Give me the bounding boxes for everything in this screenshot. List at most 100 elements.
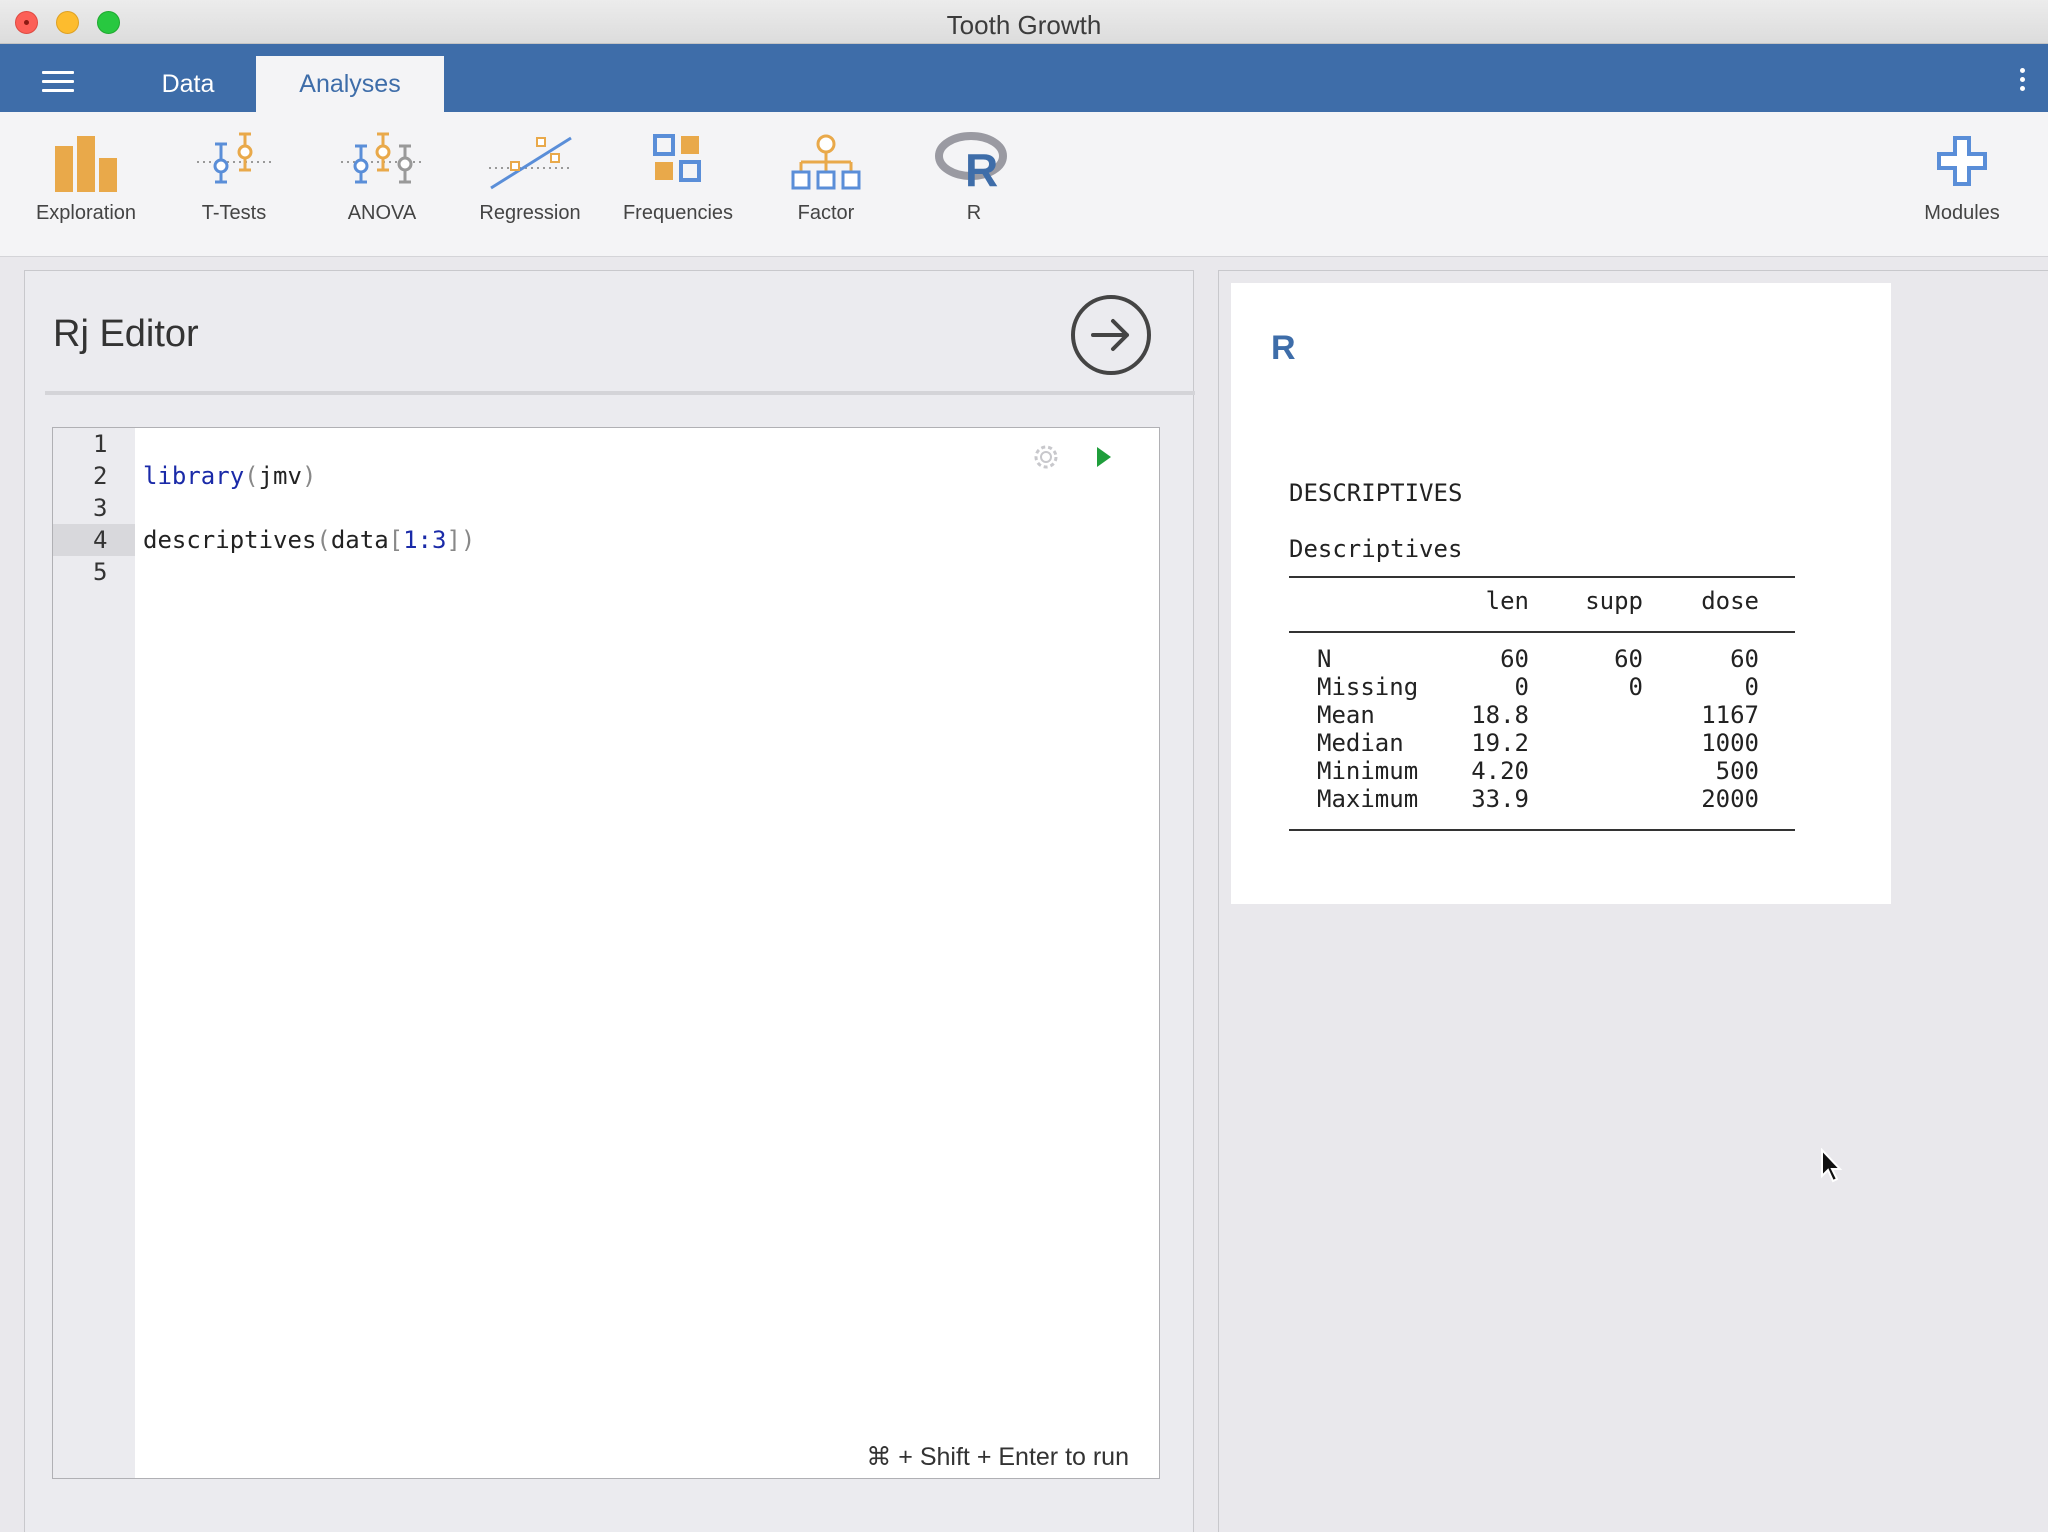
result-subheading: Descriptives	[1289, 535, 1463, 563]
code-function: library	[143, 462, 245, 490]
rj-editor-panel: Rj Editor 1 2 3 4 5 library(jmv) descrip…	[24, 270, 1195, 1532]
row-label: N	[1317, 645, 1332, 673]
window-title: Tooth Growth	[946, 10, 1102, 40]
editor-divider	[45, 391, 1195, 395]
cell-supp: 60	[1614, 645, 1643, 673]
svg-text:R: R	[965, 144, 998, 194]
regression-button[interactable]: Regression	[460, 132, 600, 242]
factor-button[interactable]: Factor	[756, 132, 896, 242]
table-header-cell: len	[1485, 587, 1529, 615]
cell-dose: 1000	[1701, 729, 1759, 757]
frequencies-button[interactable]: Frequencies	[608, 132, 748, 242]
row-label: Minimum	[1317, 757, 1419, 785]
code-argument: data	[330, 526, 389, 554]
cell-supp: 0	[1628, 673, 1643, 701]
title-bar: Tooth Growth	[0, 0, 2048, 44]
factor-icon	[791, 134, 861, 190]
cell-dose: 0	[1744, 673, 1759, 701]
cell-dose: 2000	[1701, 785, 1759, 813]
table-header-cell: supp	[1585, 587, 1643, 615]
main-tab-bar: Data Analyses	[0, 44, 2048, 112]
result-title: R	[1271, 329, 1296, 367]
bar-chart-icon	[55, 136, 117, 192]
code-paren: )	[460, 526, 476, 554]
r-label: R	[966, 202, 982, 224]
play-icon[interactable]	[1093, 444, 1115, 470]
table-row: N 60 60 60	[1289, 645, 1795, 673]
cell-dose: 500	[1715, 757, 1759, 785]
code-range: 1:3	[403, 526, 447, 554]
table-row: Mean 18.8 1167	[1289, 701, 1795, 729]
run-shortcut-hint: ⌘ + Shift + Enter to run	[866, 1443, 1129, 1471]
table-header-cell	[1289, 587, 1425, 615]
cell-dose: 60	[1730, 645, 1759, 673]
line-number-active: 4	[53, 524, 135, 556]
table-header-cell: dose	[1701, 587, 1759, 615]
code-bracket: ]	[446, 526, 461, 554]
cell-supp	[1529, 757, 1643, 785]
table-header-rule	[1289, 631, 1795, 633]
code-argument: jmv	[258, 462, 302, 490]
result-heading: DESCRIPTIVES	[1289, 479, 1463, 507]
regression-label: Regression	[479, 202, 581, 224]
code-line-2[interactable]: library(jmv)	[143, 460, 316, 492]
code-line-4[interactable]: descriptives(data[1:3])	[143, 524, 475, 556]
ttest-icon	[197, 132, 273, 184]
cell-supp	[1529, 785, 1643, 813]
table-row: Minimum 4.20 500	[1289, 757, 1795, 785]
code-paren: (	[244, 462, 259, 490]
cell-len: 18.8	[1471, 701, 1529, 729]
more-options-icon[interactable]	[2016, 68, 2028, 96]
cell-supp	[1529, 701, 1643, 729]
exploration-button[interactable]: Exploration	[16, 132, 156, 242]
r-button[interactable]: R R	[904, 132, 1044, 242]
cell-dose: 1167	[1701, 701, 1759, 729]
tab-data[interactable]: Data	[140, 56, 236, 112]
row-label: Median	[1317, 729, 1404, 757]
hamburger-menu-icon[interactable]	[42, 71, 74, 93]
code-paren: (	[316, 526, 331, 554]
cell-len: 0	[1514, 673, 1529, 701]
analyses-ribbon: Exploration T-Tests ANOVA Regression Fre…	[0, 112, 2048, 257]
plus-icon	[1937, 136, 1987, 186]
code-bracket: [	[388, 526, 404, 554]
table-row: Missing 0 0 0	[1289, 673, 1795, 701]
results-panel: R DESCRIPTIVES Descriptives len supp dos…	[1218, 270, 2048, 1532]
code-paren: )	[301, 462, 317, 490]
editor-title: Rj Editor	[53, 313, 199, 355]
ttests-button[interactable]: T-Tests	[164, 132, 304, 242]
line-number: 1	[93, 430, 108, 458]
cell-len: 19.2	[1471, 729, 1529, 757]
cell-supp	[1529, 729, 1643, 757]
cell-len: 33.9	[1471, 785, 1529, 813]
code-function: descriptives	[143, 526, 317, 554]
anova-icon	[341, 132, 423, 184]
modules-button[interactable]: Modules	[1892, 132, 2032, 242]
anova-button[interactable]: ANOVA	[312, 132, 452, 242]
mouse-cursor-icon	[1821, 1148, 1843, 1183]
anova-label: ANOVA	[347, 202, 417, 224]
arrow-right-icon	[1091, 319, 1129, 351]
line-number: 2	[93, 462, 108, 490]
regression-icon	[489, 136, 572, 190]
frequencies-icon	[653, 134, 701, 182]
tab-analyses[interactable]: Analyses	[256, 56, 444, 112]
cell-len: 60	[1500, 645, 1529, 673]
cell-len: 4.20	[1471, 757, 1529, 785]
line-number: 3	[93, 494, 108, 522]
exploration-label: Exploration	[35, 202, 137, 224]
gear-icon[interactable]	[1029, 440, 1063, 474]
row-label: Maximum	[1317, 785, 1419, 813]
modules-label: Modules	[1924, 202, 2000, 224]
table-bottom-rule	[1289, 829, 1795, 831]
table-row: Maximum 33.9 2000	[1289, 785, 1795, 813]
factor-label: Factor	[797, 202, 855, 224]
r-logo-icon: R	[935, 132, 1007, 194]
row-label: Missing	[1317, 673, 1419, 701]
table-row: Median 19.2 1000	[1289, 729, 1795, 757]
result-card[interactable]: R DESCRIPTIVES Descriptives len supp dos…	[1231, 283, 1891, 904]
line-number: 5	[93, 558, 108, 586]
code-editor[interactable]: 1 2 3 4 5 library(jmv) descriptives(data…	[52, 427, 1160, 1479]
descriptives-table: N 60 60 60 Missing 0 0 0 Mean 18.8 1167 …	[1289, 645, 1795, 813]
run-arrow-button[interactable]	[1071, 295, 1151, 375]
